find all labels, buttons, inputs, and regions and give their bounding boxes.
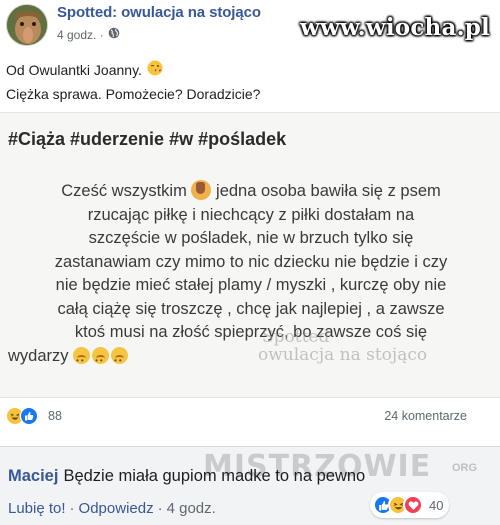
reactions-bar: 88 24 komentarze — [0, 398, 500, 434]
confession-card: #Ciąża #uderzenie #w #pośladek Cześć wsz… — [0, 112, 500, 398]
globe-icon — [108, 27, 120, 42]
card-line: nie będzie mieć stałej plamy / myszki , … — [55, 276, 447, 294]
card-line: szczęście w pośladek, nie w brzuch tylko… — [88, 229, 414, 247]
sad-emoji-icon — [92, 346, 110, 372]
sad-emoji-icon — [73, 346, 91, 372]
like-reaction-icon — [20, 407, 38, 425]
page-avatar[interactable] — [6, 4, 48, 46]
comment-text-line: Maciej Będzie miała gupiom madke to na pe… — [8, 467, 365, 486]
hand-emoji-icon — [191, 180, 212, 200]
card-line: Cześć wszystkim jedna osoba bawiła się z… — [61, 180, 441, 200]
card-line: zastanawiam czy mimo to nic dziecku nie … — [54, 252, 448, 271]
comment-reply-link[interactable]: Odpowiedz — [79, 500, 154, 517]
comment: MISTRZOWIE ORG Maciej Będzie miała gupiom… — [0, 447, 500, 525]
page-name-link[interactable]: Spotted: owulacja na stojąco — [57, 4, 261, 21]
comment-actions: Lubię to! · Odpowiedz · 4 godz. — [8, 500, 216, 517]
comments-count-link[interactable]: 24 komentarze — [384, 409, 467, 423]
comment-time[interactable]: 4 godz. — [167, 500, 216, 517]
post-text-line-1: Od Owulantki Joanny. — [6, 60, 163, 79]
reaction-count[interactable]: 88 — [48, 409, 62, 423]
comment-text: Będzie miała gupiom madke to na pewno — [63, 467, 366, 485]
love-reaction-icon — [403, 495, 423, 515]
site-watermark: www.wiocha.pl — [299, 14, 490, 41]
card-line: całą ciążę się troszczę , chcę jak najle… — [57, 299, 445, 318]
mistrzowie-watermark-suffix: ORG — [452, 462, 478, 474]
wink-kiss-emoji-icon — [147, 60, 163, 79]
post-header: Spotted: owulacja na stojąco 4 godz. · w… — [0, 0, 500, 48]
comment-author-link[interactable]: Maciej — [8, 467, 58, 485]
post-time[interactable]: 4 godz. · — [57, 28, 104, 42]
comment-reactions[interactable]: 40 — [370, 492, 450, 518]
post-meta: 4 godz. · — [57, 27, 120, 42]
card-title: #Ciąża #uderzenie #w #pośladek — [8, 129, 287, 149]
card-watermark: Spotted owulacja na stojąco — [258, 327, 428, 365]
post-text-1: Od Owulantki Joanny. — [6, 61, 142, 78]
sad-emoji-icon — [111, 346, 129, 372]
post-text-2: Ciężka sprawa. Pomożecie? Doradzicie? — [6, 86, 261, 102]
card-line: rzucając piłkę i niechcący z piłki dosta… — [87, 205, 415, 224]
reaction-icons[interactable] — [6, 407, 38, 425]
comment-reaction-count: 40 — [429, 497, 444, 513]
comment-like-link[interactable]: Lubię to! — [8, 500, 66, 517]
